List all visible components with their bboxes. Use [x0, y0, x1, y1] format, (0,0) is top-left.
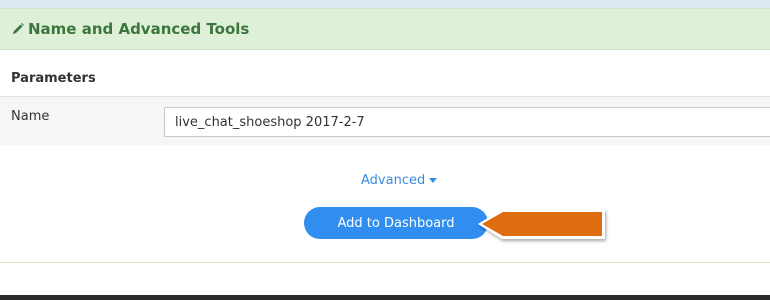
top-strip — [0, 0, 770, 8]
name-label: Name — [11, 109, 50, 124]
page: Name and Advanced Tools Parameters Name … — [0, 0, 770, 300]
pencil-icon — [10, 21, 26, 37]
advanced-toggle[interactable]: Advanced — [361, 173, 438, 188]
section-header: Name and Advanced Tools — [0, 8, 770, 50]
name-row: Name — [0, 96, 770, 145]
section-title: Name and Advanced Tools — [28, 20, 250, 38]
name-input[interactable] — [164, 107, 770, 137]
callout-arrow-icon — [478, 209, 605, 239]
caret-down-icon — [429, 178, 438, 183]
advanced-label: Advanced — [361, 173, 426, 188]
divider — [0, 262, 770, 263]
add-to-dashboard-button[interactable]: Add to Dashboard — [304, 207, 488, 239]
footer-bar — [0, 295, 770, 300]
parameters-heading: Parameters — [11, 71, 96, 86]
